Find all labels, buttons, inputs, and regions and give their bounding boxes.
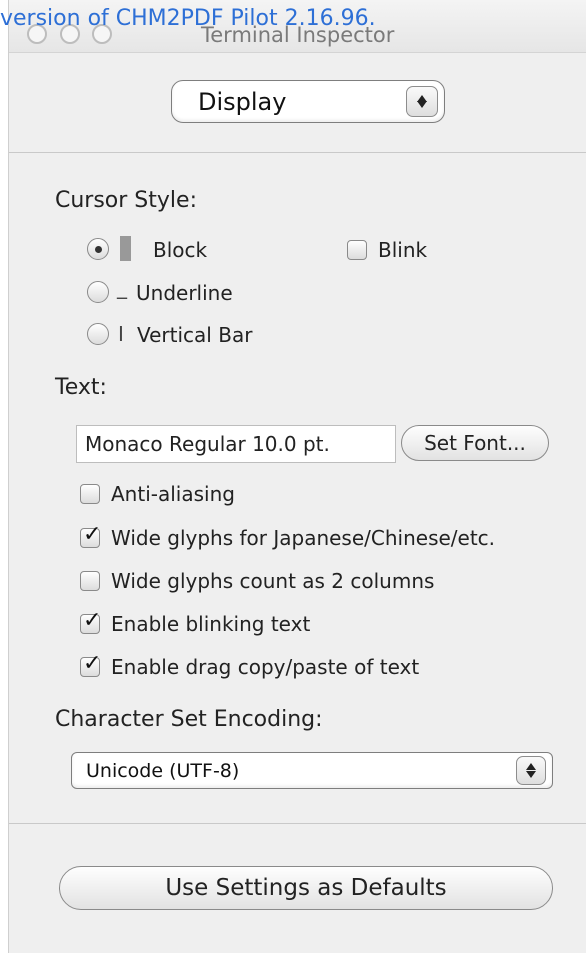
checkmark-icon: ✓ xyxy=(83,608,102,633)
anti-aliasing-label: Anti-aliasing xyxy=(111,482,235,506)
encoding-heading: Character Set Encoding: xyxy=(55,707,323,732)
drag-copy-checkbox[interactable]: ✓ xyxy=(80,653,101,677)
wide-glyphs-checkbox[interactable]: ✓ xyxy=(80,524,101,548)
blink-checkbox[interactable] xyxy=(347,240,367,260)
wide-glyphs-columns-label: Wide glyphs count as 2 columns xyxy=(111,569,435,593)
vertical-bar-cursor-icon: I xyxy=(118,322,124,346)
radio-vertical-bar-label: Vertical Bar xyxy=(137,323,253,347)
wide-glyphs-columns-checkbox[interactable] xyxy=(80,571,100,591)
divider xyxy=(9,152,586,153)
checkmark-icon: ✓ xyxy=(83,651,102,676)
radio-underline-label: Underline xyxy=(136,281,233,305)
checkmark-icon: ✓ xyxy=(83,522,102,547)
inspector-pane-selected: Display xyxy=(198,87,287,116)
watermark-text: version of CHM2PDF Pilot 2.16.96. xyxy=(0,6,376,31)
anti-aliasing-checkbox[interactable] xyxy=(80,484,100,504)
drag-copy-label: Enable drag copy/paste of text xyxy=(111,655,420,679)
encoding-selected: Unicode (UTF-8) xyxy=(86,759,240,782)
use-settings-as-defaults-button[interactable]: Use Settings as Defaults xyxy=(59,866,553,910)
popup-arrows-icon xyxy=(516,756,546,785)
popup-arrows-icon xyxy=(406,86,438,117)
divider xyxy=(9,823,586,824)
wide-glyphs-label: Wide glyphs for Japanese/Chinese/etc. xyxy=(111,526,496,550)
block-cursor-icon xyxy=(120,236,131,261)
set-font-button[interactable]: Set Font... xyxy=(401,425,549,461)
terminal-inspector-window: Terminal Inspector Display Cursor Style:… xyxy=(8,0,586,953)
font-field: Monaco Regular 10.0 pt. xyxy=(76,425,396,463)
radio-underline[interactable] xyxy=(87,281,109,303)
blink-label: Blink xyxy=(378,238,428,262)
underline-cursor-icon: _ xyxy=(117,275,127,299)
cursor-style-heading: Cursor Style: xyxy=(55,188,197,213)
radio-vertical-bar[interactable] xyxy=(87,323,109,345)
text-heading: Text: xyxy=(55,375,107,400)
blinking-text-checkbox[interactable]: ✓ xyxy=(80,610,101,634)
blinking-text-label: Enable blinking text xyxy=(111,612,311,636)
encoding-popup[interactable]: Unicode (UTF-8) xyxy=(71,752,553,789)
radio-block-label: Block xyxy=(153,238,208,262)
inspector-pane-popup[interactable]: Display xyxy=(171,80,445,123)
radio-block[interactable] xyxy=(87,238,109,260)
